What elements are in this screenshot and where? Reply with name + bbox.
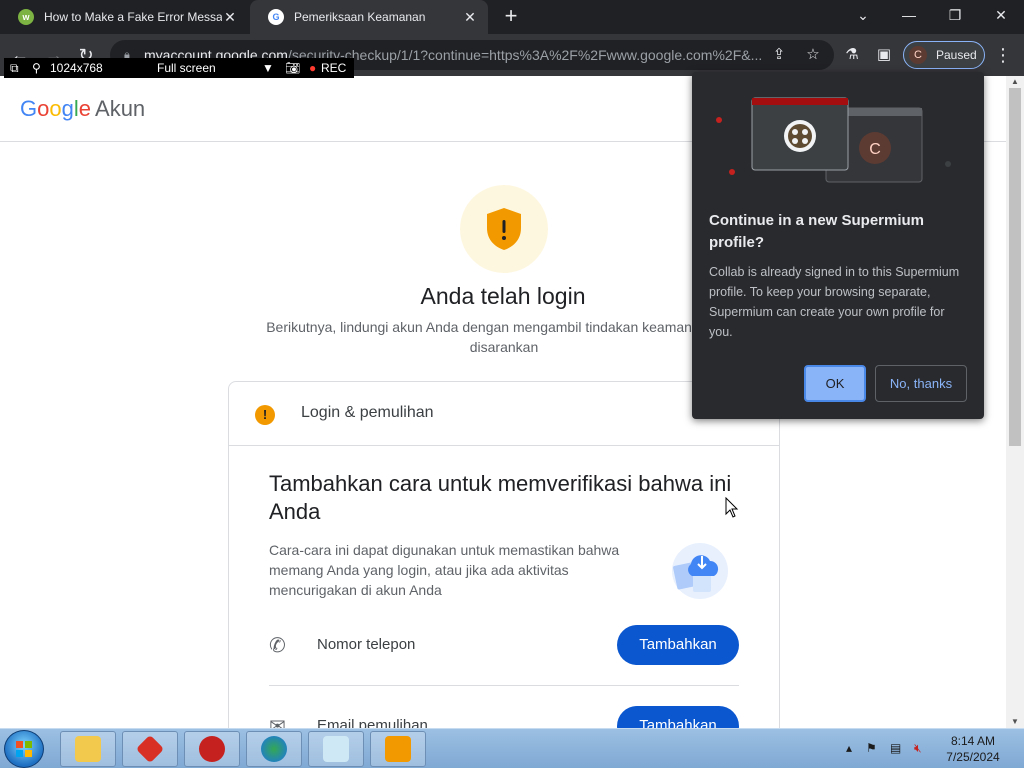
zoom-icon[interactable]: ⚲: [32, 61, 41, 75]
phone-icon: ✆: [269, 635, 286, 657]
volume-muted-icon[interactable]: 🔇︎: [914, 741, 922, 756]
browser-globe-icon: [261, 736, 287, 762]
folder-icon: [75, 736, 101, 762]
wikihow-icon: w: [18, 9, 34, 25]
new-tab-button[interactable]: +: [500, 5, 522, 29]
profile-status-label: Paused: [936, 48, 977, 62]
recorder-mode[interactable]: Full screen: [157, 61, 216, 75]
warning-icon: !: [255, 405, 275, 425]
screen-recorder-bar: ⧉ ⚲ 1024x768 Full screen ▼ 📷︎ ● REC: [4, 58, 354, 78]
tab-title: Pemeriksaan Keamanan: [294, 10, 426, 24]
close-window-button[interactable]: ✕: [978, 0, 1024, 30]
card-section-title: Login & pemulihan: [301, 404, 434, 421]
side-panel-icon[interactable]: ▣: [874, 45, 894, 65]
extensions-icon[interactable]: ⚗: [842, 45, 862, 65]
card-heading: Tambahkan cara untuk memverifikasi bahwa…: [269, 471, 732, 524]
page-scrollbar[interactable]: ▲ ▼: [1006, 76, 1024, 728]
dialog-body: Collab is already signed in to this Supe…: [709, 265, 960, 339]
scrollbar-thumb[interactable]: [1009, 88, 1021, 446]
google-icon: G: [268, 9, 284, 25]
svg-text:C: C: [869, 141, 881, 158]
tab-search-icon[interactable]: ⌄: [840, 0, 886, 30]
rec-label[interactable]: REC: [321, 61, 346, 75]
row-divider: [269, 685, 739, 686]
close-icon[interactable]: ✕: [222, 9, 238, 26]
taskbar-browser[interactable]: [246, 731, 302, 767]
taskbar-app-1[interactable]: [122, 731, 178, 767]
dialog-title: Continue in a new Supermium profile?: [709, 212, 925, 251]
taskbar-app-2[interactable]: [184, 731, 240, 767]
clock-date: 7/25/2024: [946, 750, 1000, 764]
phone-label: Nomor telepon: [317, 636, 416, 653]
ok-button[interactable]: OK: [804, 365, 866, 402]
app-record-icon: [199, 736, 225, 762]
app-diamond-icon: [135, 734, 165, 764]
email-label: Email pemulihan: [317, 717, 428, 728]
taskbar-notepad[interactable]: [308, 731, 364, 767]
scroll-down-icon[interactable]: ▼: [1006, 716, 1024, 728]
mail-icon: ✉: [269, 716, 286, 728]
bookmark-star-icon[interactable]: ☆: [802, 44, 824, 66]
new-profile-dialog: C Continue in a new Supermium profile? C…: [692, 72, 984, 419]
window-icon[interactable]: ⧉: [10, 61, 19, 76]
tab-title: How to Make a Fake Error Messa: [44, 10, 222, 24]
menu-kebab-icon[interactable]: ⋮: [994, 45, 1012, 65]
product-name: Akun: [95, 96, 146, 121]
media-player-icon: [385, 736, 411, 762]
chevron-down-icon[interactable]: ▼: [262, 61, 274, 75]
restore-button[interactable]: ❐: [932, 0, 978, 30]
tab-strip: w How to Make a Fake Error Messa ✕ G Pem…: [0, 0, 1024, 34]
card-description: Cara-cara ini dapat digunakan untuk mema…: [269, 542, 620, 598]
taskbar-explorer[interactable]: [60, 731, 116, 767]
page-subtitle: Berikutnya, lindungi akun Anda dengan me…: [266, 319, 742, 355]
shield-icon: [487, 208, 521, 250]
camera-icon[interactable]: 📷︎: [285, 61, 300, 75]
profile-button[interactable]: C Paused: [903, 41, 985, 69]
security-card: ! Login & pemulihan Tambahkan cara untuk…: [228, 381, 780, 728]
system-clock[interactable]: 8:14 AM 7/25/2024: [938, 733, 1008, 765]
windows-taskbar: ▴ ⚑ ▤ 🔇︎ 8:14 AM 7/25/2024: [0, 728, 1024, 768]
tab-wikihow[interactable]: w How to Make a Fake Error Messa ✕: [0, 0, 248, 34]
avatar: C: [909, 46, 927, 64]
record-dot-icon[interactable]: ●: [309, 61, 316, 75]
add-phone-button[interactable]: Tambahkan: [617, 625, 739, 665]
email-row: ✉ Email pemulihan Tambahkan: [269, 706, 739, 728]
cloud-download-illustration-icon: [672, 543, 728, 599]
taskbar-media[interactable]: [370, 731, 426, 767]
notepad-icon: [323, 736, 349, 762]
mouse-cursor-icon: [725, 497, 739, 518]
url-path: /security-checkup/1/1?continue=https%3A%…: [287, 47, 763, 63]
windows-logo-icon: [16, 741, 32, 757]
no-thanks-button[interactable]: No, thanks: [875, 365, 967, 402]
add-email-button[interactable]: Tambahkan: [617, 706, 739, 728]
close-icon[interactable]: ✕: [462, 9, 478, 26]
share-icon[interactable]: ⇪: [768, 44, 790, 66]
warning-shield-illustration: [460, 185, 548, 273]
network-icon[interactable]: ▤: [890, 741, 901, 755]
tab-security-checkup[interactable]: G Pemeriksaan Keamanan ✕: [250, 0, 488, 34]
google-account-logo[interactable]: Google Akun: [20, 96, 145, 122]
scroll-up-icon[interactable]: ▲: [1006, 76, 1024, 88]
clock-time: 8:14 AM: [950, 734, 996, 748]
recorder-resolution[interactable]: 1024x768: [50, 61, 103, 75]
profile-windows-illustration-icon: C: [716, 97, 951, 183]
tray-chevron-icon[interactable]: ▴: [846, 741, 852, 755]
flag-icon[interactable]: ⚑: [866, 741, 877, 755]
start-button[interactable]: [4, 730, 44, 768]
phone-row: ✆ Nomor telepon Tambahkan: [269, 625, 739, 665]
minimize-button[interactable]: —: [886, 0, 932, 30]
